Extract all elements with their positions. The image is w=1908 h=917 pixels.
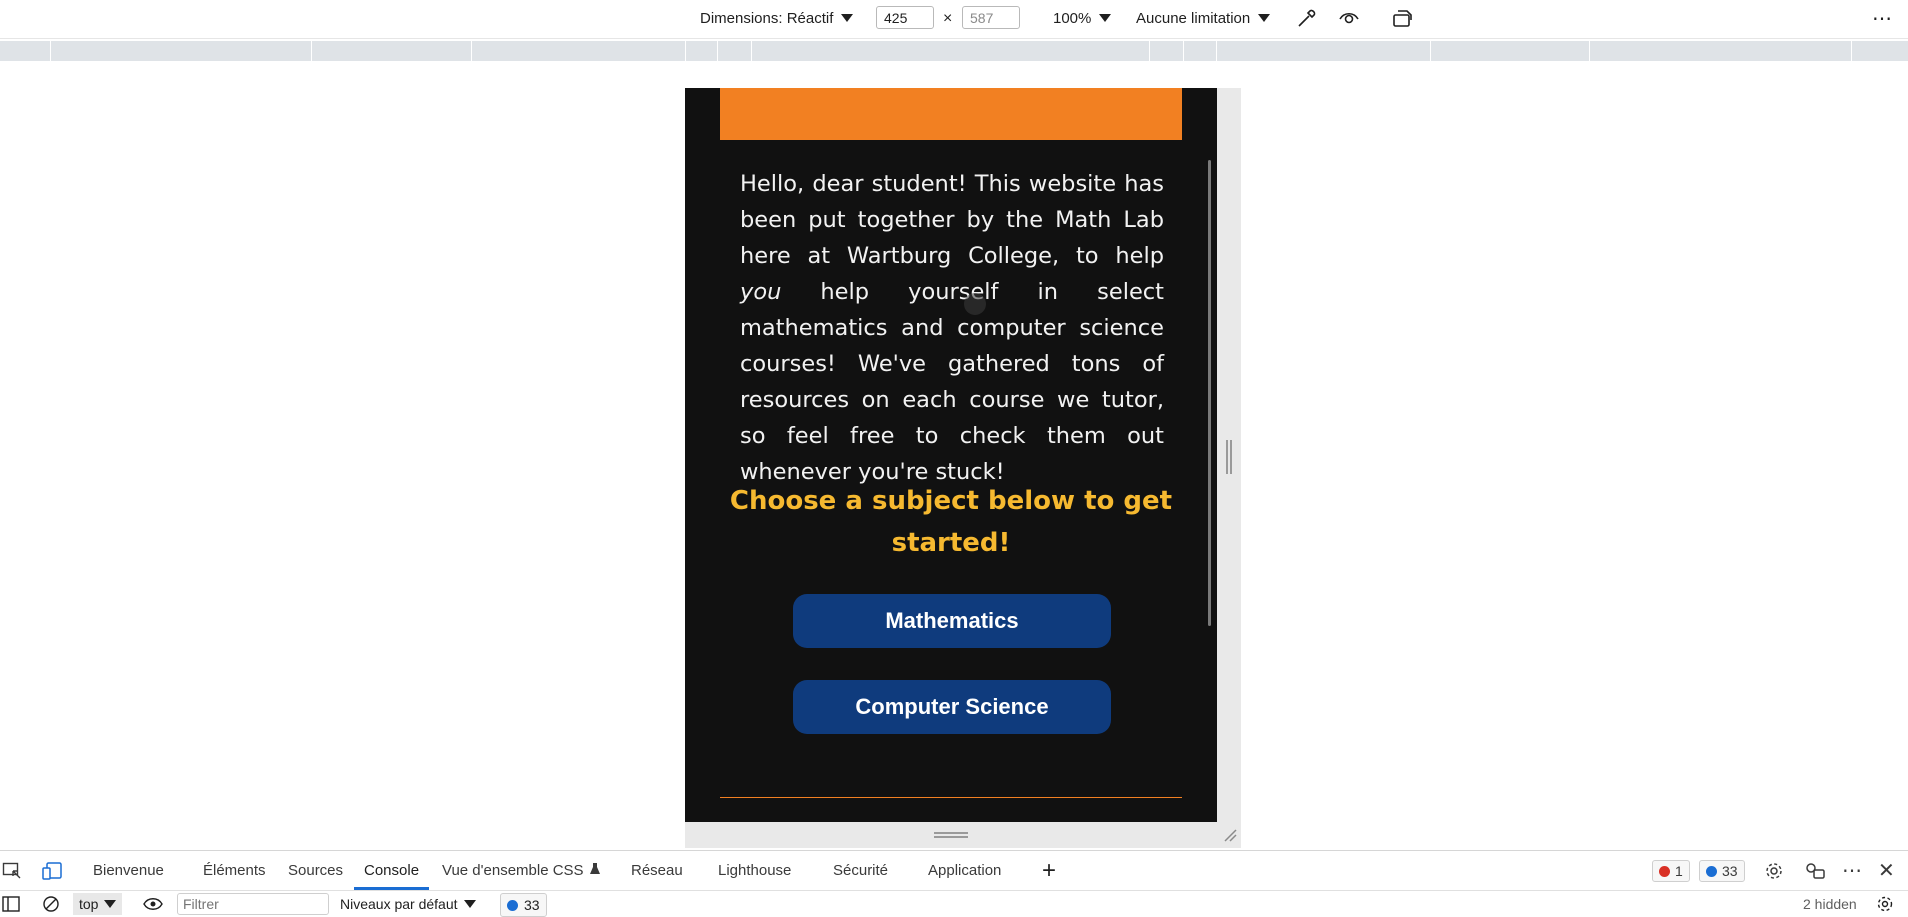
inspect-icon[interactable] <box>2 851 22 890</box>
message-counter[interactable]: 33 <box>1699 860 1745 882</box>
throttle-label: Aucune limitation <box>1136 9 1251 27</box>
times-symbol: × <box>943 10 953 27</box>
header-banner <box>720 88 1182 140</box>
rotate-icon[interactable] <box>1390 6 1416 30</box>
tab-lighthouse[interactable]: Lighthouse <box>718 851 791 890</box>
hidden-count: 2 hidden <box>1803 896 1857 912</box>
sidebar-toggle-icon[interactable] <box>2 893 20 915</box>
tab-console[interactable]: Console <box>353 851 430 890</box>
eyedropper-icon[interactable] <box>1294 6 1320 30</box>
subject-heading: Choose a subject below to get started! <box>729 486 1173 558</box>
log-levels-label: Niveaux par défaut <box>340 896 458 912</box>
resize-handle-corner[interactable] <box>1223 828 1237 842</box>
tab-network[interactable]: Réseau <box>631 851 683 890</box>
width-input[interactable] <box>876 6 934 29</box>
tab-security[interactable]: Sécurité <box>833 851 888 890</box>
message-icon <box>1706 865 1717 877</box>
throttle-dropdown[interactable]: Aucune limitation <box>1136 0 1271 36</box>
page-scrollbar[interactable] <box>1208 160 1211 626</box>
chevron-down-icon <box>841 14 854 22</box>
computer-science-button[interactable]: Computer Science <box>793 680 1111 734</box>
devtools-tab-bar: Bienvenue Éléments Sources Console Vue d… <box>0 850 1908 891</box>
mathematics-button[interactable]: Mathematics <box>793 594 1111 648</box>
settings-gear-icon[interactable] <box>1764 851 1784 890</box>
vision-icon[interactable] <box>1336 6 1362 30</box>
tab-css-overview[interactable]: Vue d'ensemble CSS <box>442 851 600 890</box>
tab-application[interactable]: Application <box>928 851 1001 890</box>
console-filter-input[interactable] <box>177 893 329 915</box>
issues-counter[interactable]: 33 <box>500 893 547 917</box>
chevron-down-icon <box>1099 14 1112 22</box>
log-levels-dropdown[interactable]: Niveaux par défaut <box>340 893 476 915</box>
dimensions-dropdown[interactable]: Dimensions: Réactif <box>700 0 854 36</box>
emulated-page: Hello, dear student! This website has be… <box>685 88 1217 822</box>
device-toolbar: Dimensions: Réactif × 100% Aucune limita… <box>0 0 1908 39</box>
console-settings-gear-icon[interactable] <box>1876 893 1894 915</box>
error-icon <box>1659 865 1670 877</box>
touch-cursor-icon <box>964 293 986 315</box>
clear-console-icon[interactable] <box>42 893 60 915</box>
message-icon <box>507 899 518 911</box>
media-query-ruler[interactable] <box>0 41 1908 61</box>
live-expression-eye-icon[interactable] <box>143 893 163 915</box>
context-label: top <box>79 896 99 912</box>
intro-paragraph: Hello, dear student! This website has be… <box>740 171 1164 485</box>
console-toolbar: top Niveaux par défaut 33 2 hidden <box>0 890 1908 917</box>
context-dropdown[interactable]: top <box>73 893 123 915</box>
feedback-icon[interactable] <box>1804 851 1826 890</box>
zoom-dropdown[interactable]: 100% <box>1053 0 1112 36</box>
emphasis-you: you <box>740 279 782 305</box>
tab-sources[interactable]: Sources <box>288 851 343 890</box>
device-emulation-icon[interactable] <box>41 851 63 890</box>
chevron-down-icon <box>1258 14 1271 22</box>
resize-handle-right[interactable] <box>1226 440 1232 474</box>
dimensions-label: Dimensions: Réactif <box>700 9 834 27</box>
chevron-down-icon <box>463 900 476 908</box>
close-icon[interactable]: ✕ <box>1878 851 1895 890</box>
more-icon[interactable]: ⋯ <box>1872 0 1892 36</box>
chevron-down-icon <box>104 900 117 908</box>
zoom-label: 100% <box>1053 9 1092 27</box>
experiment-flask-icon <box>589 862 600 879</box>
add-tab-icon[interactable]: + <box>1042 851 1056 890</box>
height-input[interactable] <box>962 6 1020 29</box>
footer-divider <box>720 797 1182 798</box>
resize-handle-bottom[interactable] <box>934 832 968 838</box>
more-tools-icon[interactable]: ⋯ <box>1842 851 1862 890</box>
tab-bienvenue[interactable]: Bienvenue <box>93 851 164 890</box>
error-counter[interactable]: 1 <box>1652 860 1690 882</box>
tab-elements[interactable]: Éléments <box>203 851 266 890</box>
